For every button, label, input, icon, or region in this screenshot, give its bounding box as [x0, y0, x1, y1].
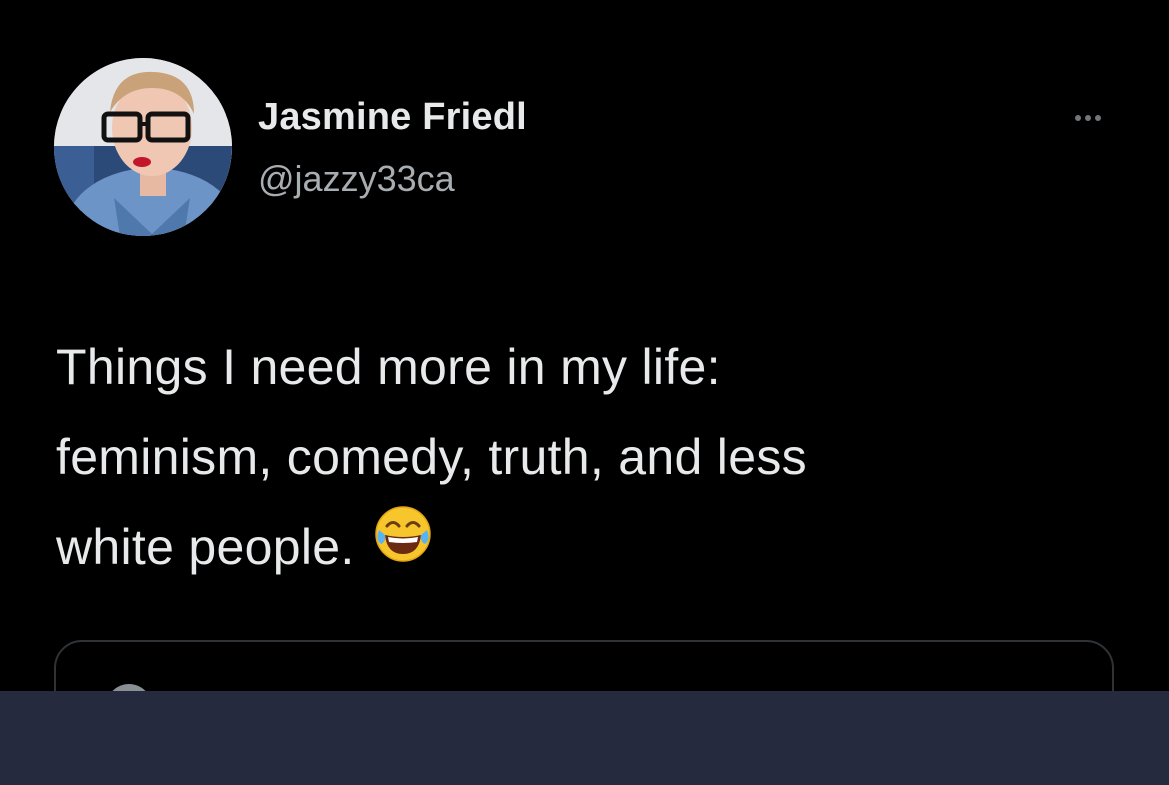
more-options-button[interactable]: [1062, 106, 1114, 130]
tweet-screen: Jasmine Friedl @jazzy33ca Things I need …: [0, 0, 1169, 785]
more-options-icon: [1075, 115, 1101, 121]
profile-photo-icon: [54, 58, 232, 236]
tweet-text-line: feminism, comedy, truth, and less: [56, 429, 807, 485]
bottom-bar: [0, 691, 1169, 785]
tweet-text: Things I need more in my life: feminism,…: [56, 322, 1136, 592]
face-with-tears-of-joy-icon: [373, 502, 433, 592]
author-display-name[interactable]: Jasmine Friedl: [258, 96, 527, 139]
tweet-text-line: Things I need more in my life:: [56, 339, 721, 395]
author-avatar[interactable]: [54, 58, 232, 236]
author-handle[interactable]: @jazzy33ca: [258, 158, 455, 200]
tweet-text-line-content: white people.: [56, 519, 355, 575]
tweet-text-line: white people.: [56, 502, 1136, 592]
